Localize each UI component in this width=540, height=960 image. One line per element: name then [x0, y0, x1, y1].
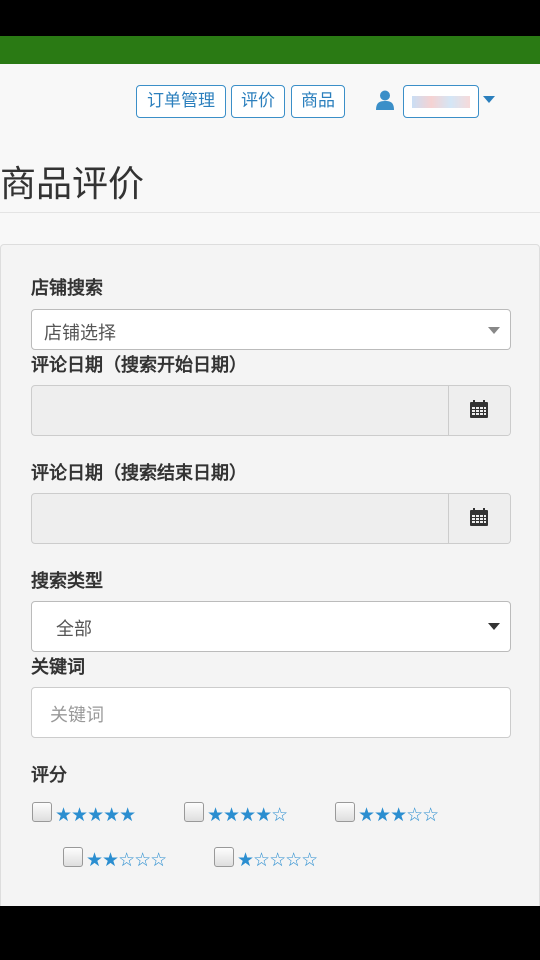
search-panel: 店铺搜索 店铺选择 评论日期（搜索开始日期） 评论日期（搜索结束日期） 搜索类型…: [0, 244, 540, 906]
page-title: 商品评价: [0, 164, 145, 205]
search-type-select[interactable]: 全部: [31, 601, 511, 652]
calendar-icon: [470, 508, 488, 526]
rating-label: 评分: [31, 765, 67, 786]
start-date-input[interactable]: [31, 385, 511, 436]
keyword-input[interactable]: 关键词: [31, 687, 511, 738]
rating-stars: ★★☆☆☆: [86, 849, 167, 871]
start-date-calendar-button[interactable]: [448, 386, 510, 435]
top-nav: 订单管理 评价 商品: [0, 64, 540, 136]
end-date-label: 评论日期（搜索结束日期）: [31, 463, 247, 484]
username-redacted: [412, 96, 470, 108]
rating-checkbox[interactable]: [335, 802, 355, 822]
user-icon: [376, 90, 394, 110]
keyword-placeholder: 关键词: [50, 705, 104, 726]
keyword-label: 关键词: [31, 657, 85, 678]
status-bar: [0, 0, 540, 36]
divider: [0, 212, 540, 213]
rating-checkbox[interactable]: [32, 802, 52, 822]
store-select[interactable]: 店铺选择: [31, 309, 511, 350]
rating-stars: ★★★★★: [55, 804, 136, 826]
store-search-label: 店铺搜索: [31, 278, 103, 299]
calendar-icon: [470, 400, 488, 418]
search-type-label: 搜索类型: [31, 571, 103, 592]
user-menu-button[interactable]: [403, 85, 479, 118]
search-type-value: 全部: [56, 619, 92, 640]
rating-stars: ★★★☆☆: [358, 804, 439, 826]
rating-checkbox[interactable]: [63, 847, 83, 867]
chevron-down-icon[interactable]: [483, 96, 495, 103]
nav-products-button[interactable]: 商品: [291, 85, 345, 118]
rating-checkbox[interactable]: [214, 847, 234, 867]
nav-orders-button[interactable]: 订单管理: [136, 85, 226, 118]
end-date-input[interactable]: [31, 493, 511, 544]
start-date-label: 评论日期（搜索开始日期）: [31, 355, 247, 376]
rating-stars: ★☆☆☆☆: [237, 849, 318, 871]
rating-stars: ★★★★☆: [207, 804, 288, 826]
chevron-down-icon: [488, 327, 500, 334]
bottom-bar: [0, 906, 540, 960]
end-date-calendar-button[interactable]: [448, 494, 510, 543]
chevron-down-icon: [488, 623, 500, 630]
store-select-value: 店铺选择: [44, 323, 116, 344]
brand-strip: [0, 36, 540, 64]
page: 订单管理 评价 商品 商品评价 店铺搜索 店铺选择 评论日期（搜索开始日期） 评…: [0, 64, 540, 906]
nav-reviews-button[interactable]: 评价: [231, 85, 285, 118]
rating-checkbox[interactable]: [184, 802, 204, 822]
